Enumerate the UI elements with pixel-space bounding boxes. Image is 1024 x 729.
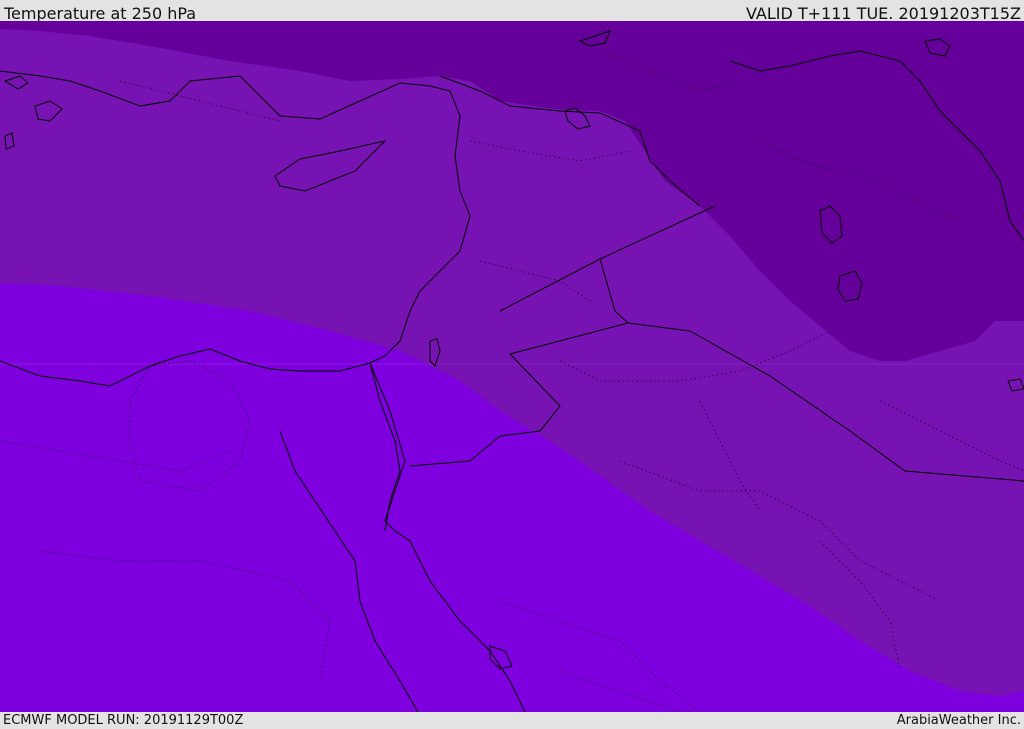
footer-bar: ECMWF MODEL RUN: 20191129T00Z ArabiaWeat… <box>0 712 1024 729</box>
credit-label: ArabiaWeather Inc. <box>896 713 1021 728</box>
model-run-label: ECMWF MODEL RUN: 20191129T00Z <box>3 713 244 728</box>
map-canvas <box>0 21 1024 712</box>
header-bar: Temperature at 250 hPa VALID T+111 TUE. … <box>0 0 1024 23</box>
weather-map[interactable] <box>0 21 1024 712</box>
